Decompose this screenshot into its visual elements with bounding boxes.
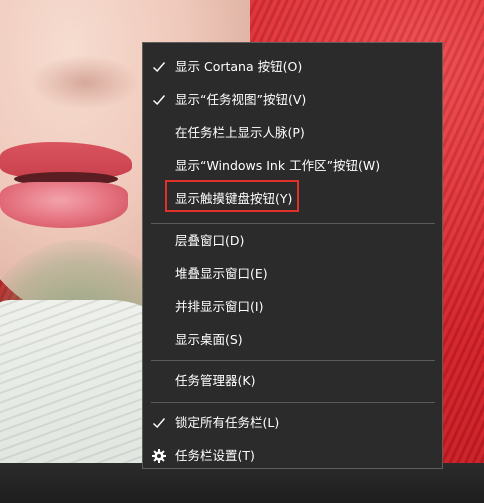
wallpaper-lower-lip — [0, 182, 128, 228]
gear-icon — [152, 449, 166, 463]
menu-item-label: 层叠窗口(D) — [175, 233, 245, 248]
menu-item-label: 显示 Cortana 按钮(O) — [175, 59, 303, 74]
menu-item-show-people-on-taskbar[interactable]: 在任务栏上显示人脉(P) — [143, 117, 442, 149]
menu-item-taskbar-settings[interactable]: 任务栏设置(T) — [143, 440, 442, 472]
wallpaper-nose-shadow — [30, 55, 140, 110]
menu-item-task-manager[interactable]: 任务管理器(K) — [143, 365, 442, 397]
menu-item-label: 堆叠显示窗口(E) — [175, 266, 268, 281]
menu-item-label: 任务管理器(K) — [175, 373, 256, 388]
taskbar-context-menu: 显示 Cortana 按钮(O) 显示“任务视图”按钮(V) 在任务栏上显示人脉… — [142, 42, 443, 469]
menu-item-show-windows-side-by-side[interactable]: 并排显示窗口(I) — [143, 291, 442, 323]
checkmark-icon — [153, 62, 166, 73]
menu-item-lock-all-taskbars[interactable]: 锁定所有任务栏(L) — [143, 407, 442, 439]
menu-item-label: 锁定所有任务栏(L) — [175, 415, 280, 430]
menu-item-show-desktop[interactable]: 显示桌面(S) — [143, 324, 442, 356]
menu-item-show-windows-stacked[interactable]: 堆叠显示窗口(E) — [143, 258, 442, 290]
menu-item-label: 显示“Windows Ink 工作区”按钮(W) — [175, 158, 381, 173]
menu-separator — [151, 360, 435, 361]
menu-item-label: 显示桌面(S) — [175, 332, 243, 347]
menu-item-show-touch-keyboard-button[interactable]: 显示触摸键盘按钮(Y) — [143, 183, 442, 215]
menu-item-show-task-view-button[interactable]: 显示“任务视图”按钮(V) — [143, 84, 442, 116]
menu-item-cascade-windows[interactable]: 层叠窗口(D) — [143, 225, 442, 257]
checkmark-icon — [153, 418, 166, 429]
menu-item-label: 显示触摸键盘按钮(Y) — [175, 191, 293, 206]
menu-item-label: 任务栏设置(T) — [175, 448, 255, 463]
menu-item-show-windows-ink-button[interactable]: 显示“Windows Ink 工作区”按钮(W) — [143, 150, 442, 182]
menu-item-show-cortana-button[interactable]: 显示 Cortana 按钮(O) — [143, 51, 442, 83]
menu-item-label: 并排显示窗口(I) — [175, 299, 264, 314]
menu-separator — [151, 223, 435, 224]
menu-separator — [151, 402, 435, 403]
menu-item-label: 显示“任务视图”按钮(V) — [175, 92, 307, 107]
menu-item-label: 在任务栏上显示人脉(P) — [175, 125, 305, 140]
checkmark-icon — [153, 95, 166, 106]
